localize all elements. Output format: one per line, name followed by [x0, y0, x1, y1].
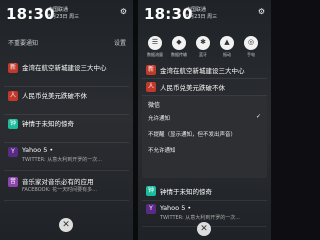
quick-toggle-label: 蓝牙 — [199, 52, 207, 57]
clear-all-button[interactable]: ✕ — [59, 218, 73, 232]
app-icon: 音 — [8, 177, 18, 187]
carrier-info: 中国联通 5月23日 周三 — [48, 7, 79, 21]
carrier-name: 中国联通 — [186, 7, 207, 13]
notification-title: 金湾在航空新城建设三大中心 — [22, 64, 107, 72]
notification-title: 钟情于未知的惊奇 — [160, 188, 212, 196]
quick-toggle-label: 数据流量 — [147, 52, 163, 57]
notification-options-menu: 微信 允许通知 ✓ 不提醒（显示通知，但不发出声音） 不允许通知 — [142, 96, 267, 178]
notification-item[interactable]: Y Yahoo 5 • TWITTER: 从意大利到开罗的一次... — [4, 142, 129, 171]
data-icon: ☰ — [151, 38, 159, 46]
app-icon: 新 — [8, 63, 18, 73]
app-icon: 新 — [146, 65, 156, 75]
quick-toggle-bluetooth[interactable]: ✱ — [196, 36, 210, 50]
app-icon: 钟 — [8, 119, 18, 129]
right-notification-panel: 18:30 中国联通 5月23日 周三 ⚙ ☰ ◆ ✱ ▲ ◎ 数据流量 数据传… — [138, 0, 271, 240]
carrier-name: 中国联通 — [48, 7, 69, 13]
notification-item[interactable]: 新 金湾在航空新城建设三大中心 — [4, 58, 129, 87]
quick-toggle-label: 数据传输 — [171, 52, 187, 57]
app-icon: 人 — [146, 82, 156, 92]
app-icon: Y — [8, 147, 18, 157]
left-notification-panel: 18:30 中国联通 5月23日 周三 ⚙ 不重要通知 设置 新 金湾在航空新城… — [0, 0, 133, 240]
bluetooth-icon: ✱ — [200, 38, 206, 46]
transfer-icon: ◆ — [176, 38, 182, 46]
notification-item[interactable]: 钟 钟情于未知的惊奇 — [4, 114, 129, 143]
date-label: 5月23日 周三 — [48, 14, 80, 20]
vibrate-icon: ▲ — [224, 38, 230, 46]
menu-option-allow[interactable]: 允许通知 — [148, 114, 170, 122]
notification-body: TWITTER: 从意大利到开罗的一次... — [22, 157, 103, 163]
notification-title: 人民币兑美元跌破不休 — [22, 92, 87, 100]
quick-toggle-flashlight[interactable]: ◎ — [244, 36, 258, 50]
carrier-info: 中国联通 5月23日 周三 — [186, 7, 217, 21]
menu-option-silent[interactable]: 不提醒（显示通知，但不发出声音） — [148, 130, 236, 138]
notification-item[interactable]: 人 人民币兑美元跌破不休 — [142, 79, 267, 96]
flashlight-icon: ◎ — [247, 38, 255, 46]
date-label: 5月23日 周三 — [186, 14, 218, 20]
settings-icon[interactable]: ⚙ — [258, 7, 265, 16]
quick-toggle-label: 手电 — [247, 52, 255, 57]
notification-shade-comparison: 18:30 中国联通 5月23日 周三 ⚙ 不重要通知 设置 新 金湾在航空新城… — [0, 0, 271, 240]
quick-toggle-transfer[interactable]: ◆ — [172, 36, 186, 50]
notification-title: Yahoo 5 • — [160, 204, 192, 212]
notification-title: Yahoo 5 • — [22, 146, 54, 154]
notification-body: FACEBOOK: 花一天时间要有多... — [22, 187, 97, 193]
menu-option-block[interactable]: 不允许通知 — [148, 146, 176, 154]
notification-title: 人民币兑美元跌破不休 — [160, 84, 225, 92]
quick-toggle-data[interactable]: ☰ — [148, 36, 162, 50]
section-title: 不重要通知 — [8, 40, 39, 47]
notification-item[interactable]: 人 人民币兑美元跌破不休 — [4, 86, 129, 115]
notification-item[interactable]: 音 音乐家对音乐必有的应用 FACEBOOK: 花一天时间要有多... — [4, 172, 129, 201]
notification-title: 金湾在航空新城建设三大中心 — [160, 67, 245, 75]
check-icon: ✓ — [255, 113, 261, 120]
app-icon: 钟 — [146, 186, 156, 196]
section-settings-link[interactable]: 设置 — [114, 38, 126, 47]
quick-toggle-vibrate[interactable]: ▲ — [220, 36, 234, 50]
notification-body: TWITTER: 从意大利到开罗的一次... — [160, 215, 241, 221]
clear-all-button[interactable]: ✕ — [197, 222, 211, 236]
notification-item[interactable]: 新 金湾在航空新城建设三大中心 — [142, 62, 267, 79]
quick-toggle-label: 振动 — [223, 52, 231, 57]
app-icon: Y — [146, 204, 156, 214]
notification-title: 音乐家对音乐必有的应用 — [22, 178, 94, 186]
menu-app-name: 微信 — [148, 102, 161, 109]
notification-item[interactable]: 钟 钟情于未知的惊奇 — [142, 182, 267, 201]
notification-title: 钟情于未知的惊奇 — [22, 120, 74, 128]
app-icon: 人 — [8, 91, 18, 101]
settings-icon[interactable]: ⚙ — [120, 7, 127, 16]
